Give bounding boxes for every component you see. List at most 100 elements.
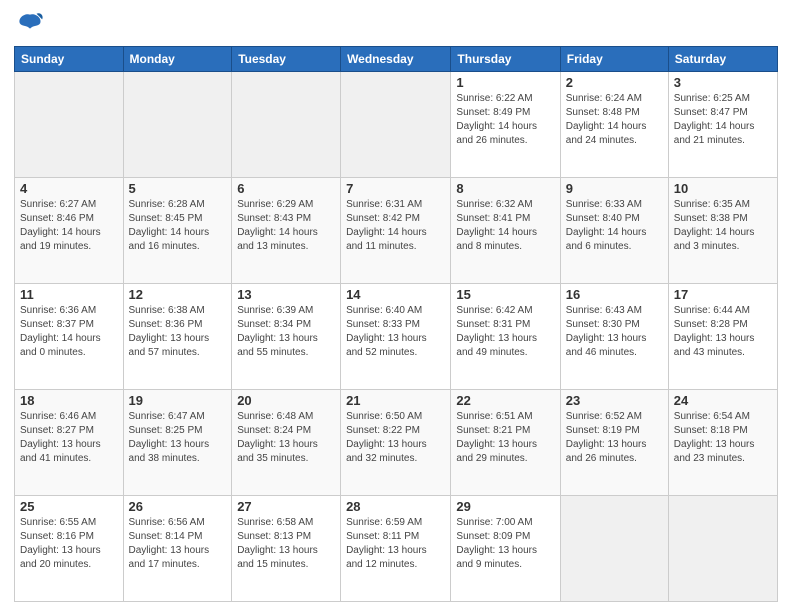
day-number: 25 — [20, 499, 118, 514]
calendar-cell: 20 Sunrise: 6:48 AM Sunset: 8:24 PM Dayli… — [232, 390, 341, 496]
calendar-cell: 12 Sunrise: 6:38 AM Sunset: 8:36 PM Dayli… — [123, 284, 232, 390]
day-number: 27 — [237, 499, 335, 514]
calendar-cell: 14 Sunrise: 6:40 AM Sunset: 8:33 PM Dayli… — [341, 284, 451, 390]
calendar-cell: 13 Sunrise: 6:39 AM Sunset: 8:34 PM Dayli… — [232, 284, 341, 390]
day-info: Sunrise: 6:27 AM Sunset: 8:46 PM Dayligh… — [20, 198, 118, 254]
calendar-cell — [123, 72, 232, 178]
calendar-cell: 2 Sunrise: 6:24 AM Sunset: 8:48 PM Daylig… — [560, 72, 668, 178]
calendar-cell: 1 Sunrise: 6:22 AM Sunset: 8:49 PM Daylig… — [451, 72, 560, 178]
day-number: 10 — [674, 181, 772, 196]
logo — [14, 14, 44, 38]
day-number: 26 — [129, 499, 227, 514]
calendar-week-row: 11 Sunrise: 6:36 AM Sunset: 8:37 PM Dayli… — [15, 284, 778, 390]
day-number: 3 — [674, 75, 772, 90]
day-info: Sunrise: 6:40 AM Sunset: 8:33 PM Dayligh… — [346, 304, 445, 360]
day-info: Sunrise: 6:31 AM Sunset: 8:42 PM Dayligh… — [346, 198, 445, 254]
calendar-cell: 15Sunrise: 6:42 AM Sunset: 8:31 PM Dayli… — [451, 284, 560, 390]
calendar-week-row: 18 Sunrise: 6:46 AM Sunset: 8:27 PM Dayli… — [15, 390, 778, 496]
calendar-cell: 18 Sunrise: 6:46 AM Sunset: 8:27 PM Dayli… — [15, 390, 124, 496]
day-info: Sunrise: 6:51 AM Sunset: 8:21 PM Dayligh… — [456, 410, 554, 466]
day-number: 14 — [346, 287, 445, 302]
day-info: Sunrise: 6:47 AM Sunset: 8:25 PM Dayligh… — [129, 410, 227, 466]
day-number: 12 — [129, 287, 227, 302]
day-number: 24 — [674, 393, 772, 408]
calendar-week-row: 25Sunrise: 6:55 AM Sunset: 8:16 PM Dayli… — [15, 496, 778, 602]
calendar-cell: 8Sunrise: 6:32 AM Sunset: 8:41 PM Daylig… — [451, 178, 560, 284]
weekday-header-saturday: Saturday — [668, 47, 777, 72]
calendar-cell — [560, 496, 668, 602]
day-info: Sunrise: 6:35 AM Sunset: 8:38 PM Dayligh… — [674, 198, 772, 254]
day-info: Sunrise: 6:25 AM Sunset: 8:47 PM Dayligh… — [674, 92, 772, 148]
day-info: Sunrise: 7:00 AM Sunset: 8:09 PM Dayligh… — [456, 516, 554, 572]
calendar-cell: 29 Sunrise: 7:00 AM Sunset: 8:09 PM Dayli… — [451, 496, 560, 602]
calendar-cell — [232, 72, 341, 178]
calendar-week-row: 4 Sunrise: 6:27 AM Sunset: 8:46 PM Daylig… — [15, 178, 778, 284]
day-number: 7 — [346, 181, 445, 196]
day-number: 9 — [566, 181, 663, 196]
calendar-cell — [341, 72, 451, 178]
weekday-header-sunday: Sunday — [15, 47, 124, 72]
day-info: Sunrise: 6:54 AM Sunset: 8:18 PM Dayligh… — [674, 410, 772, 466]
calendar-cell: 9 Sunrise: 6:33 AM Sunset: 8:40 PM Daylig… — [560, 178, 668, 284]
weekday-header-friday: Friday — [560, 47, 668, 72]
day-info: Sunrise: 6:39 AM Sunset: 8:34 PM Dayligh… — [237, 304, 335, 360]
calendar-cell: 10 Sunrise: 6:35 AM Sunset: 8:38 PM Dayli… — [668, 178, 777, 284]
weekday-header-tuesday: Tuesday — [232, 47, 341, 72]
calendar-table: SundayMondayTuesdayWednesdayThursdayFrid… — [14, 46, 778, 602]
calendar-cell: 7 Sunrise: 6:31 AM Sunset: 8:42 PM Daylig… — [341, 178, 451, 284]
calendar-cell: 24 Sunrise: 6:54 AM Sunset: 8:18 PM Dayli… — [668, 390, 777, 496]
calendar-cell: 5 Sunrise: 6:28 AM Sunset: 8:45 PM Daylig… — [123, 178, 232, 284]
day-info: Sunrise: 6:28 AM Sunset: 8:45 PM Dayligh… — [129, 198, 227, 254]
day-info: Sunrise: 6:59 AM Sunset: 8:11 PM Dayligh… — [346, 516, 445, 572]
day-number: 8 — [456, 181, 554, 196]
calendar-cell: 26 Sunrise: 6:56 AM Sunset: 8:14 PM Dayli… — [123, 496, 232, 602]
day-number: 6 — [237, 181, 335, 196]
calendar-cell: 19 Sunrise: 6:47 AM Sunset: 8:25 PM Dayli… — [123, 390, 232, 496]
logo-bird-icon — [16, 10, 44, 38]
day-info: Sunrise: 6:52 AM Sunset: 8:19 PM Dayligh… — [566, 410, 663, 466]
day-number: 5 — [129, 181, 227, 196]
day-number: 13 — [237, 287, 335, 302]
day-info: Sunrise: 6:46 AM Sunset: 8:27 PM Dayligh… — [20, 410, 118, 466]
calendar-cell: 22 Sunrise: 6:51 AM Sunset: 8:21 PM Dayli… — [451, 390, 560, 496]
calendar-cell: 21Sunrise: 6:50 AM Sunset: 8:22 PM Dayli… — [341, 390, 451, 496]
day-info: Sunrise: 6:42 AM Sunset: 8:31 PM Dayligh… — [456, 304, 554, 360]
day-number: 29 — [456, 499, 554, 514]
calendar-cell: 11 Sunrise: 6:36 AM Sunset: 8:37 PM Dayli… — [15, 284, 124, 390]
calendar-cell: 3 Sunrise: 6:25 AM Sunset: 8:47 PM Daylig… — [668, 72, 777, 178]
day-info: Sunrise: 6:50 AM Sunset: 8:22 PM Dayligh… — [346, 410, 445, 466]
weekday-header-thursday: Thursday — [451, 47, 560, 72]
weekday-header-wednesday: Wednesday — [341, 47, 451, 72]
calendar-week-row: 1 Sunrise: 6:22 AM Sunset: 8:49 PM Daylig… — [15, 72, 778, 178]
day-info: Sunrise: 6:24 AM Sunset: 8:48 PM Dayligh… — [566, 92, 663, 148]
day-number: 19 — [129, 393, 227, 408]
calendar-cell: 25Sunrise: 6:55 AM Sunset: 8:16 PM Dayli… — [15, 496, 124, 602]
calendar-cell: 23 Sunrise: 6:52 AM Sunset: 8:19 PM Dayli… — [560, 390, 668, 496]
day-info: Sunrise: 6:56 AM Sunset: 8:14 PM Dayligh… — [129, 516, 227, 572]
day-number: 23 — [566, 393, 663, 408]
day-info: Sunrise: 6:22 AM Sunset: 8:49 PM Dayligh… — [456, 92, 554, 148]
day-info: Sunrise: 6:58 AM Sunset: 8:13 PM Dayligh… — [237, 516, 335, 572]
day-info: Sunrise: 6:38 AM Sunset: 8:36 PM Dayligh… — [129, 304, 227, 360]
day-number: 20 — [237, 393, 335, 408]
day-number: 16 — [566, 287, 663, 302]
day-number: 4 — [20, 181, 118, 196]
day-info: Sunrise: 6:48 AM Sunset: 8:24 PM Dayligh… — [237, 410, 335, 466]
calendar-cell: 6Sunrise: 6:29 AM Sunset: 8:43 PM Daylig… — [232, 178, 341, 284]
day-number: 2 — [566, 75, 663, 90]
day-info: Sunrise: 6:43 AM Sunset: 8:30 PM Dayligh… — [566, 304, 663, 360]
calendar-cell: 28 Sunrise: 6:59 AM Sunset: 8:11 PM Dayli… — [341, 496, 451, 602]
calendar-cell — [15, 72, 124, 178]
day-number: 1 — [456, 75, 554, 90]
calendar-cell — [668, 496, 777, 602]
day-number: 28 — [346, 499, 445, 514]
day-info: Sunrise: 6:33 AM Sunset: 8:40 PM Dayligh… — [566, 198, 663, 254]
calendar-cell: 17Sunrise: 6:44 AM Sunset: 8:28 PM Dayli… — [668, 284, 777, 390]
day-info: Sunrise: 6:36 AM Sunset: 8:37 PM Dayligh… — [20, 304, 118, 360]
day-number: 22 — [456, 393, 554, 408]
calendar-cell: 16 Sunrise: 6:43 AM Sunset: 8:30 PM Dayli… — [560, 284, 668, 390]
weekday-header-monday: Monday — [123, 47, 232, 72]
day-number: 11 — [20, 287, 118, 302]
day-number: 18 — [20, 393, 118, 408]
day-number: 17 — [674, 287, 772, 302]
